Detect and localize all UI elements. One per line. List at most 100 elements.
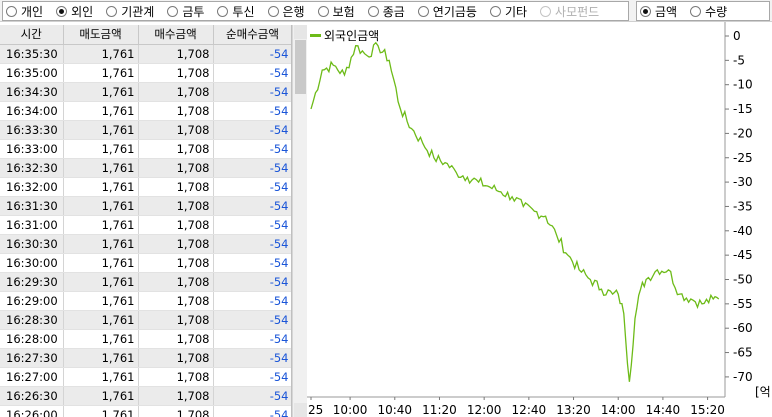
y-tick-label: -50 (733, 273, 753, 287)
radio-indicator-icon (317, 5, 329, 17)
investor-radio-group: 개인 외인 기관계 금투 투신 은행 보험 종금 연기금등 기타 사모펀드 (2, 1, 629, 21)
trade-table: 시간 매도금액 매수금액 순매수금액 16:35:30 1,761 1,708 -54… (0, 25, 292, 417)
time-cell: 16:33:00 (0, 139, 64, 159)
sell-amount-cell: 1,761 (63, 101, 139, 121)
net-buy-amount-cell: -54 (213, 215, 291, 235)
investor-radio-8[interactable]: 연기금등 (417, 2, 477, 20)
x-tick-label: 11:20 (422, 403, 457, 417)
table-row[interactable]: 16:31:30 1,761 1,708 -54 (0, 196, 291, 216)
net-buy-amount-cell: -54 (213, 272, 291, 292)
time-cell: 16:31:00 (0, 215, 64, 235)
investor-radio-4[interactable]: 투신 (217, 2, 255, 20)
table-row[interactable]: 16:26:30 1,761 1,708 -54 (0, 386, 291, 406)
investor-radio-7[interactable]: 종금 (367, 2, 405, 20)
table-row[interactable]: 16:35:00 1,761 1,708 -54 (0, 63, 291, 83)
net-buy-amount-cell: -54 (213, 253, 291, 273)
table-row[interactable]: 16:34:00 1,761 1,708 -54 (0, 101, 291, 121)
investor-radio-label: 금투 (182, 4, 205, 19)
radio-indicator-icon (56, 5, 68, 17)
investor-radio-1[interactable]: 외인 (56, 2, 93, 20)
scroll-thumb[interactable] (295, 40, 306, 94)
buy-amount-cell: 1,708 (138, 120, 214, 140)
y-tick-label: -30 (733, 175, 753, 189)
radio-indicator-icon (690, 5, 702, 17)
column-header-sell-amount[interactable]: 매도금액 (63, 25, 139, 45)
sell-amount-cell: 1,761 (63, 329, 139, 349)
sell-amount-cell: 1,761 (63, 139, 139, 159)
investor-radio-label: 종금 (382, 4, 405, 19)
foreign-amount-chart: 0 -5 -10 -15 -20 -25 -30 -35 -40 -45 -50 -55 -60 -65 -… (307, 22, 772, 417)
table-row[interactable]: 16:33:00 1,761 1,708 -54 (0, 139, 291, 159)
sell-amount-cell: 1,761 (63, 196, 139, 216)
buy-amount-cell: 1,708 (138, 348, 214, 368)
table-row[interactable]: 16:29:30 1,761 1,708 -54 (0, 272, 291, 292)
unit-radio-0[interactable]: 금액 (640, 2, 677, 20)
table-row[interactable]: 16:34:30 1,761 1,708 -54 (0, 82, 291, 102)
unit-radio-group: 금액 수량 (636, 1, 770, 21)
table-row[interactable]: 16:32:30 1,761 1,708 -54 (0, 158, 291, 178)
buy-amount-cell: 1,708 (138, 63, 214, 83)
buy-amount-cell: 1,708 (138, 329, 214, 349)
net-buy-amount-cell: -54 (213, 386, 291, 406)
unit-radio-1[interactable]: 수량 (690, 2, 727, 20)
table-row[interactable]: 16:27:00 1,761 1,708 -54 (0, 367, 291, 387)
scroll-up-button[interactable] (294, 25, 307, 39)
table-row[interactable]: 16:30:00 1,761 1,708 -54 (0, 253, 291, 273)
sell-amount-cell: 1,761 (63, 386, 139, 406)
table-row[interactable]: 16:31:00 1,761 1,708 -54 (0, 215, 291, 235)
investor-radio-0[interactable]: 개인 (6, 2, 43, 20)
column-header-buy-amount[interactable]: 매수금액 (138, 25, 214, 45)
table-row[interactable]: 16:28:00 1,761 1,708 -54 (0, 329, 291, 349)
x-tick-label: 13:20 (556, 403, 591, 417)
column-header-net-buy-amount[interactable]: 순매수금액 (213, 25, 291, 45)
y-tick-label: -45 (733, 248, 753, 262)
radio-indicator-icon (6, 5, 17, 17)
table-row[interactable]: 16:27:30 1,761 1,708 -54 (0, 348, 291, 368)
buy-amount-cell: 1,708 (138, 196, 214, 216)
table-row[interactable]: 16:29:00 1,761 1,708 -54 (0, 291, 291, 311)
table-row[interactable]: 16:32:00 1,761 1,708 -54 (0, 177, 291, 197)
table-row[interactable]: 16:35:30 1,761 1,708 -54 (0, 44, 291, 64)
net-buy-amount-cell: -54 (213, 101, 291, 121)
sell-amount-cell: 1,761 (63, 272, 139, 292)
table-row[interactable]: 16:33:30 1,761 1,708 -54 (0, 120, 291, 140)
column-header-time[interactable]: 시간 (0, 25, 64, 45)
net-buy-amount-cell: -54 (213, 82, 291, 102)
y-tick-label: -60 (733, 321, 753, 335)
sell-amount-cell: 1,761 (63, 63, 139, 83)
buy-amount-cell: 1,708 (138, 386, 214, 406)
investor-radio-3[interactable]: 금투 (167, 2, 204, 20)
time-cell: 16:28:00 (0, 329, 64, 349)
investor-radio-6[interactable]: 보험 (317, 2, 355, 20)
y-tick-label: -20 (733, 126, 753, 140)
buy-amount-cell: 1,708 (138, 215, 214, 235)
investor-radio-9[interactable]: 기타 (489, 2, 527, 20)
sell-amount-cell: 1,761 (63, 215, 139, 235)
investor-radio-label: 개인 (21, 4, 44, 19)
buy-amount-cell: 1,708 (138, 44, 214, 64)
legend-label: 외국인금액 (324, 29, 379, 43)
scroll-down-button[interactable] (294, 403, 307, 417)
investor-radio-5[interactable]: 은행 (267, 2, 305, 20)
legend-swatch (310, 34, 321, 37)
buy-amount-cell: 1,708 (138, 234, 214, 254)
sell-amount-cell: 1,761 (63, 44, 139, 64)
table-row[interactable]: 16:26:00 1,761 1,708 -54 (0, 405, 291, 417)
radio-indicator-icon (489, 5, 501, 17)
radio-indicator-icon (367, 5, 379, 17)
investor-radio-2[interactable]: 기관계 (106, 2, 154, 20)
investor-radio-label: 보험 (332, 4, 355, 19)
buy-amount-cell: 1,708 (138, 310, 214, 330)
time-cell: 16:33:30 (0, 120, 64, 140)
y-tick-label: -25 (733, 151, 753, 165)
net-buy-amount-cell: -54 (213, 291, 291, 311)
table-row[interactable]: 16:30:30 1,761 1,708 -54 (0, 234, 291, 254)
time-cell: 16:29:00 (0, 291, 64, 311)
time-cell: 16:26:00 (0, 405, 64, 417)
table-row[interactable]: 16:28:30 1,761 1,708 -54 (0, 310, 291, 330)
buy-amount-cell: 1,708 (138, 291, 214, 311)
sell-amount-cell: 1,761 (63, 310, 139, 330)
time-cell: 16:32:00 (0, 177, 64, 197)
table-scrollbar[interactable] (292, 25, 307, 417)
radio-indicator-icon (417, 5, 429, 17)
